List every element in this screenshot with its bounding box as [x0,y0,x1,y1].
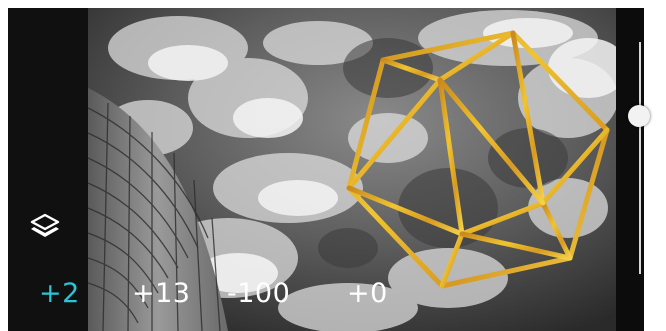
layers-button[interactable] [25,208,65,248]
editor-frame: +2 +13 -100 +0 [8,8,644,331]
layers-icon [30,213,60,237]
vertical-slider-track[interactable] [639,42,641,274]
adjustment-value-1[interactable]: +2 [39,278,80,309]
adjustment-value-4[interactable]: +0 [347,278,388,309]
adjustment-value-2[interactable]: +13 [132,278,190,309]
adjustment-values: +2 +13 -100 +0 [8,278,428,318]
vertical-slider-thumb[interactable] [628,105,650,128]
adjustment-value-3[interactable]: -100 [227,278,290,309]
